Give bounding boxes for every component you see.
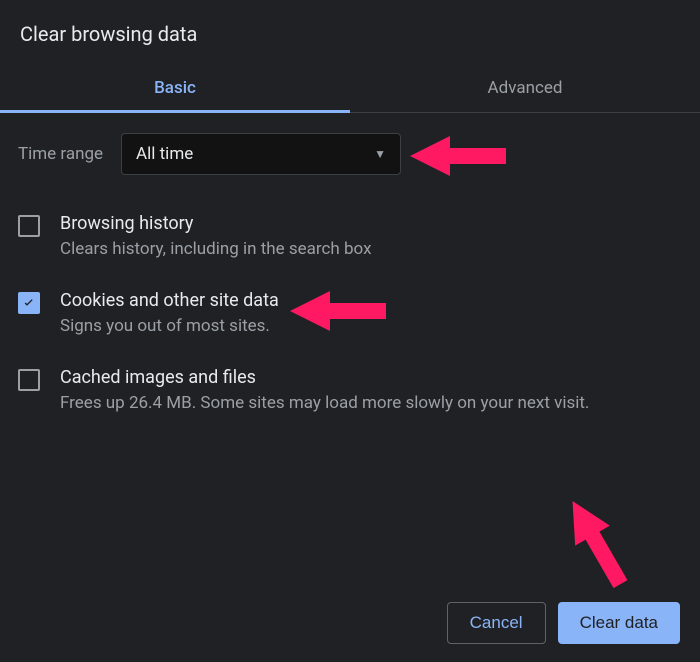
tab-bar: Basic Advanced bbox=[0, 64, 700, 113]
annotation-arrow-icon bbox=[560, 490, 630, 590]
button-row: Cancel Clear data bbox=[447, 602, 680, 644]
checkbox-cached[interactable] bbox=[18, 369, 40, 391]
option-desc: Frees up 26.4 MB. Some sites may load mo… bbox=[60, 392, 589, 416]
time-range-value: All time bbox=[136, 144, 193, 164]
option-title: Browsing history bbox=[60, 213, 372, 234]
tab-advanced[interactable]: Advanced bbox=[350, 64, 700, 112]
checkbox-cookies[interactable] bbox=[18, 292, 40, 314]
tab-basic[interactable]: Basic bbox=[0, 64, 350, 112]
chevron-down-icon: ▼ bbox=[374, 147, 386, 161]
option-title: Cached images and files bbox=[60, 367, 589, 388]
clear-data-button[interactable]: Clear data bbox=[558, 602, 680, 644]
time-range-label: Time range bbox=[18, 144, 103, 164]
option-desc: Signs you out of most sites. bbox=[60, 315, 279, 339]
time-range-select[interactable]: All time ▼ bbox=[121, 133, 401, 175]
option-title: Cookies and other site data bbox=[60, 290, 279, 311]
option-browsing-history: Browsing history Clears history, includi… bbox=[18, 199, 682, 276]
dialog-title: Clear browsing data bbox=[0, 0, 700, 64]
cancel-button[interactable]: Cancel bbox=[447, 602, 546, 644]
options-list: Browsing history Clears history, includi… bbox=[0, 193, 700, 435]
option-cookies: Cookies and other site data Signs you ou… bbox=[18, 276, 682, 353]
time-range-row: Time range All time ▼ bbox=[0, 113, 700, 193]
option-desc: Clears history, including in the search … bbox=[60, 238, 372, 262]
option-cached: Cached images and files Frees up 26.4 MB… bbox=[18, 353, 682, 430]
checkbox-browsing-history[interactable] bbox=[18, 215, 40, 237]
